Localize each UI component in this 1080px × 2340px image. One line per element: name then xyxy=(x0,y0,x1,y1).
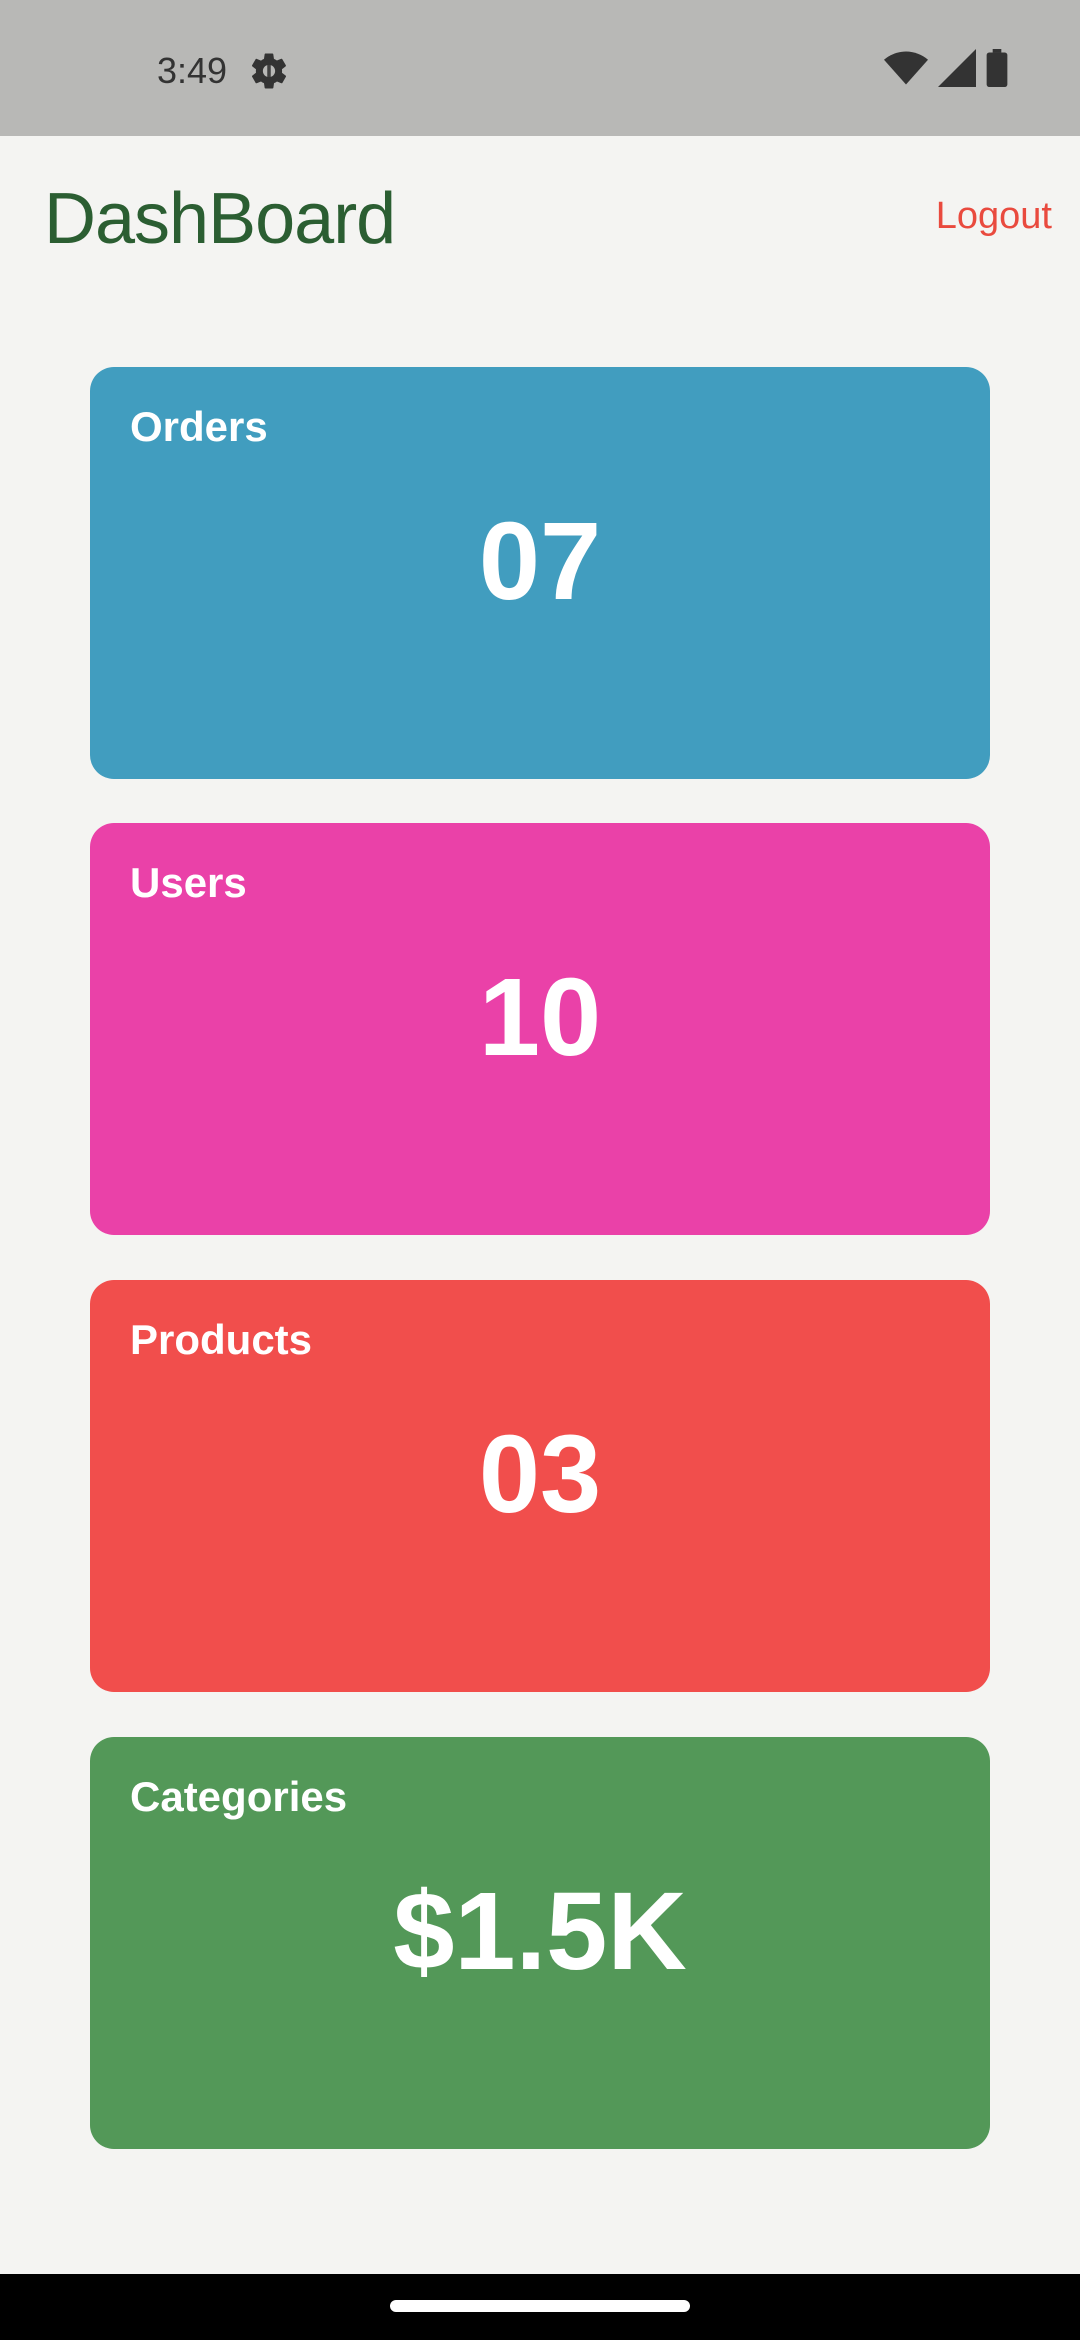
card-value: $1.5K xyxy=(393,1870,687,1993)
card-value: 10 xyxy=(478,956,602,1079)
app-header: DashBoard Logout xyxy=(0,136,1080,286)
card-value: 07 xyxy=(478,500,602,623)
status-bar: 3:49 xyxy=(0,0,1080,136)
wifi-icon xyxy=(884,49,928,92)
card-label: Products xyxy=(130,1316,313,1363)
settings-gear-icon xyxy=(248,50,290,92)
card-label: Orders xyxy=(130,403,268,450)
cell-signal-icon xyxy=(938,48,976,92)
home-gesture-handle[interactable] xyxy=(390,2300,690,2312)
card-label: Categories xyxy=(130,1773,348,1820)
status-time: 3:49 xyxy=(157,50,228,91)
products-card[interactable]: Products 03 xyxy=(90,1280,990,1692)
logout-button[interactable]: Logout xyxy=(936,188,1052,244)
page-title: DashBoard xyxy=(44,179,396,259)
card-label: Users xyxy=(130,859,247,906)
card-value: 03 xyxy=(478,1413,602,1536)
users-card[interactable]: Users 10 xyxy=(90,823,990,1235)
status-icons xyxy=(884,48,1008,92)
orders-card[interactable]: Orders 07 xyxy=(90,367,990,779)
system-nav-bar xyxy=(0,2274,1080,2340)
battery-icon xyxy=(986,48,1008,92)
categories-card[interactable]: Categories $1.5K xyxy=(90,1737,990,2149)
